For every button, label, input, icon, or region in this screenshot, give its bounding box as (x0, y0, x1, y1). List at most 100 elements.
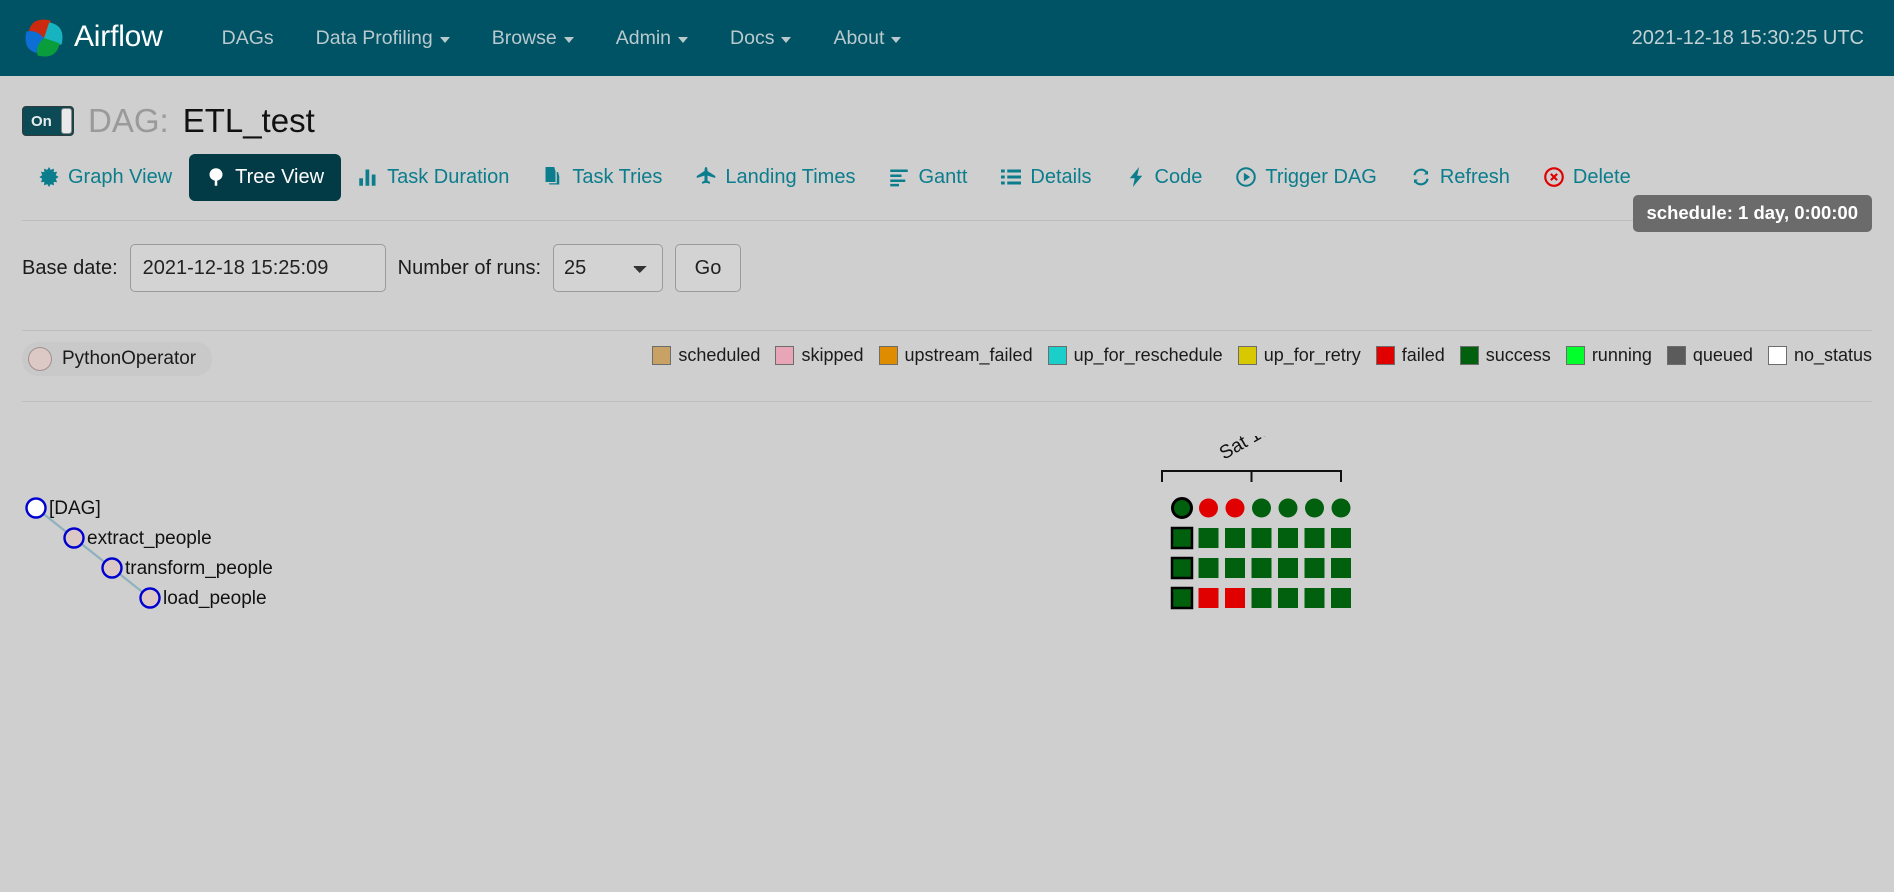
base-date-input[interactable] (130, 244, 386, 292)
legend-item-no-status: no_status (1768, 345, 1872, 366)
task-instance-success[interactable] (1278, 558, 1298, 578)
task-instance-success[interactable] (1331, 528, 1351, 548)
task-instance-success[interactable] (1305, 558, 1325, 578)
task-instance-success[interactable] (1331, 588, 1351, 608)
task-instance-success[interactable] (1278, 588, 1298, 608)
airflow-pinwheel-logo-icon (18, 12, 70, 64)
legend-label: up_for_reschedule (1074, 345, 1223, 366)
delete-circle-icon (1544, 167, 1564, 187)
task-instance-success[interactable] (1172, 528, 1192, 548)
tree-icon (206, 167, 226, 187)
task-instance-success[interactable] (1331, 558, 1351, 578)
tab-landing-times[interactable]: Landing Times (679, 154, 872, 201)
tree-node-load_people[interactable] (141, 589, 160, 608)
refresh-icon (1411, 167, 1431, 187)
legend-item-queued: queued (1667, 345, 1753, 366)
task-instance-success[interactable] (1332, 499, 1351, 518)
bar-chart-icon (358, 167, 378, 187)
legend-item-failed: failed (1376, 345, 1445, 366)
tab-gantt[interactable]: Gantt (872, 154, 984, 201)
brand-home-link[interactable]: Airflow (18, 12, 163, 64)
tab-label: Refresh (1440, 166, 1510, 189)
tab-task-tries[interactable]: Task Tries (526, 154, 679, 201)
page-title: ETL_test (183, 102, 315, 140)
legend-label: up_for_retry (1264, 345, 1361, 366)
task-instance-success[interactable] (1252, 558, 1272, 578)
go-button[interactable]: Go (675, 244, 741, 292)
nav-item-label: Docs (730, 0, 774, 76)
tab-tree-view[interactable]: Tree View (189, 154, 341, 201)
task-instance-success[interactable] (1199, 528, 1219, 548)
tree-node-label: extract_people (87, 528, 212, 549)
tab-label: Landing Times (725, 166, 855, 189)
task-instance-success[interactable] (1225, 558, 1245, 578)
task-instance-failed[interactable] (1225, 588, 1245, 608)
dag-pause-toggle[interactable]: On (22, 106, 74, 136)
chevron-down-icon (564, 37, 574, 43)
tab-label: Delete (1573, 166, 1631, 189)
run-axis: Sat 18 (1162, 436, 1341, 482)
legend-label: skipped (801, 345, 863, 366)
task-instance-success[interactable] (1173, 499, 1192, 518)
dag-pause-toggle-label: On (23, 113, 52, 130)
task-instance-success[interactable] (1279, 499, 1298, 518)
number-of-runs-select[interactable]: 25 (553, 244, 663, 292)
tree-node-extract_people[interactable] (65, 529, 84, 548)
tab-label: Graph View (68, 166, 172, 189)
task-instance-success[interactable] (1252, 588, 1272, 608)
tab-delete[interactable]: Delete (1527, 154, 1648, 201)
list-icon (1001, 167, 1021, 187)
task-instance-success[interactable] (1305, 588, 1325, 608)
page-content: On DAG: ETL_test schedule: 1 day, 0:00:0… (0, 76, 1894, 866)
nav-item-docs[interactable]: Docs (709, 0, 812, 76)
tab-task-duration[interactable]: Task Duration (341, 154, 526, 201)
task-instance-success[interactable] (1305, 528, 1325, 548)
tab-label: Gantt (918, 166, 967, 189)
operator-legend-pythonoperator: PythonOperator (22, 342, 212, 376)
status-legend: scheduled skipped upstream_failed up_for… (637, 345, 1872, 366)
task-instance-failed[interactable] (1226, 499, 1245, 518)
tab-label: Tree View (235, 166, 324, 189)
tree-node-transform_people[interactable] (103, 559, 122, 578)
task-instance-success[interactable] (1225, 528, 1245, 548)
tab-refresh[interactable]: Refresh (1394, 154, 1527, 201)
plane-icon (696, 167, 716, 187)
legend-swatch (1238, 346, 1257, 365)
tab-graph-view[interactable]: Graph View (22, 154, 189, 201)
task-instance-success[interactable] (1172, 558, 1192, 578)
task-instance-success[interactable] (1252, 499, 1271, 518)
tab-code[interactable]: Code (1109, 154, 1220, 201)
legend-label: failed (1402, 345, 1445, 366)
play-circle-icon (1236, 167, 1256, 187)
tab-label: Code (1155, 166, 1203, 189)
copy-files-icon (543, 167, 563, 187)
task-instance-success[interactable] (1199, 558, 1219, 578)
legend-swatch (879, 346, 898, 365)
nav-item-about[interactable]: About (812, 0, 922, 76)
divider-bottom (22, 401, 1872, 402)
asterisk-icon (39, 167, 59, 187)
brand-text: Airflow (74, 22, 163, 55)
legend-item-upstream-failed: upstream_failed (879, 345, 1033, 366)
task-instance-success[interactable] (1172, 588, 1192, 608)
legend-swatch (1566, 346, 1585, 365)
tab-label: Task Tries (572, 166, 662, 189)
legend-swatch (1048, 346, 1067, 365)
nav-item-dags[interactable]: DAGs (201, 0, 295, 76)
top-navbar: Airflow DAGs Data Profiling Browse Admin… (0, 0, 1894, 76)
task-instance-failed[interactable] (1199, 588, 1219, 608)
nav-item-browse[interactable]: Browse (471, 0, 595, 76)
tree-node-dag[interactable] (27, 499, 46, 518)
task-instance-success[interactable] (1252, 528, 1272, 548)
lightning-bolt-icon (1126, 167, 1146, 187)
nav-item-admin[interactable]: Admin (595, 0, 709, 76)
task-instance-failed[interactable] (1199, 499, 1218, 518)
task-instance-success[interactable] (1278, 528, 1298, 548)
nav-item-label: Browse (492, 0, 557, 76)
tab-trigger-dag[interactable]: Trigger DAG (1219, 154, 1394, 201)
tab-details[interactable]: Details (984, 154, 1108, 201)
chevron-down-icon (891, 37, 901, 43)
nav-item-data-profiling[interactable]: Data Profiling (295, 0, 471, 76)
legend-item-success: success (1460, 345, 1551, 366)
task-instance-success[interactable] (1305, 499, 1324, 518)
